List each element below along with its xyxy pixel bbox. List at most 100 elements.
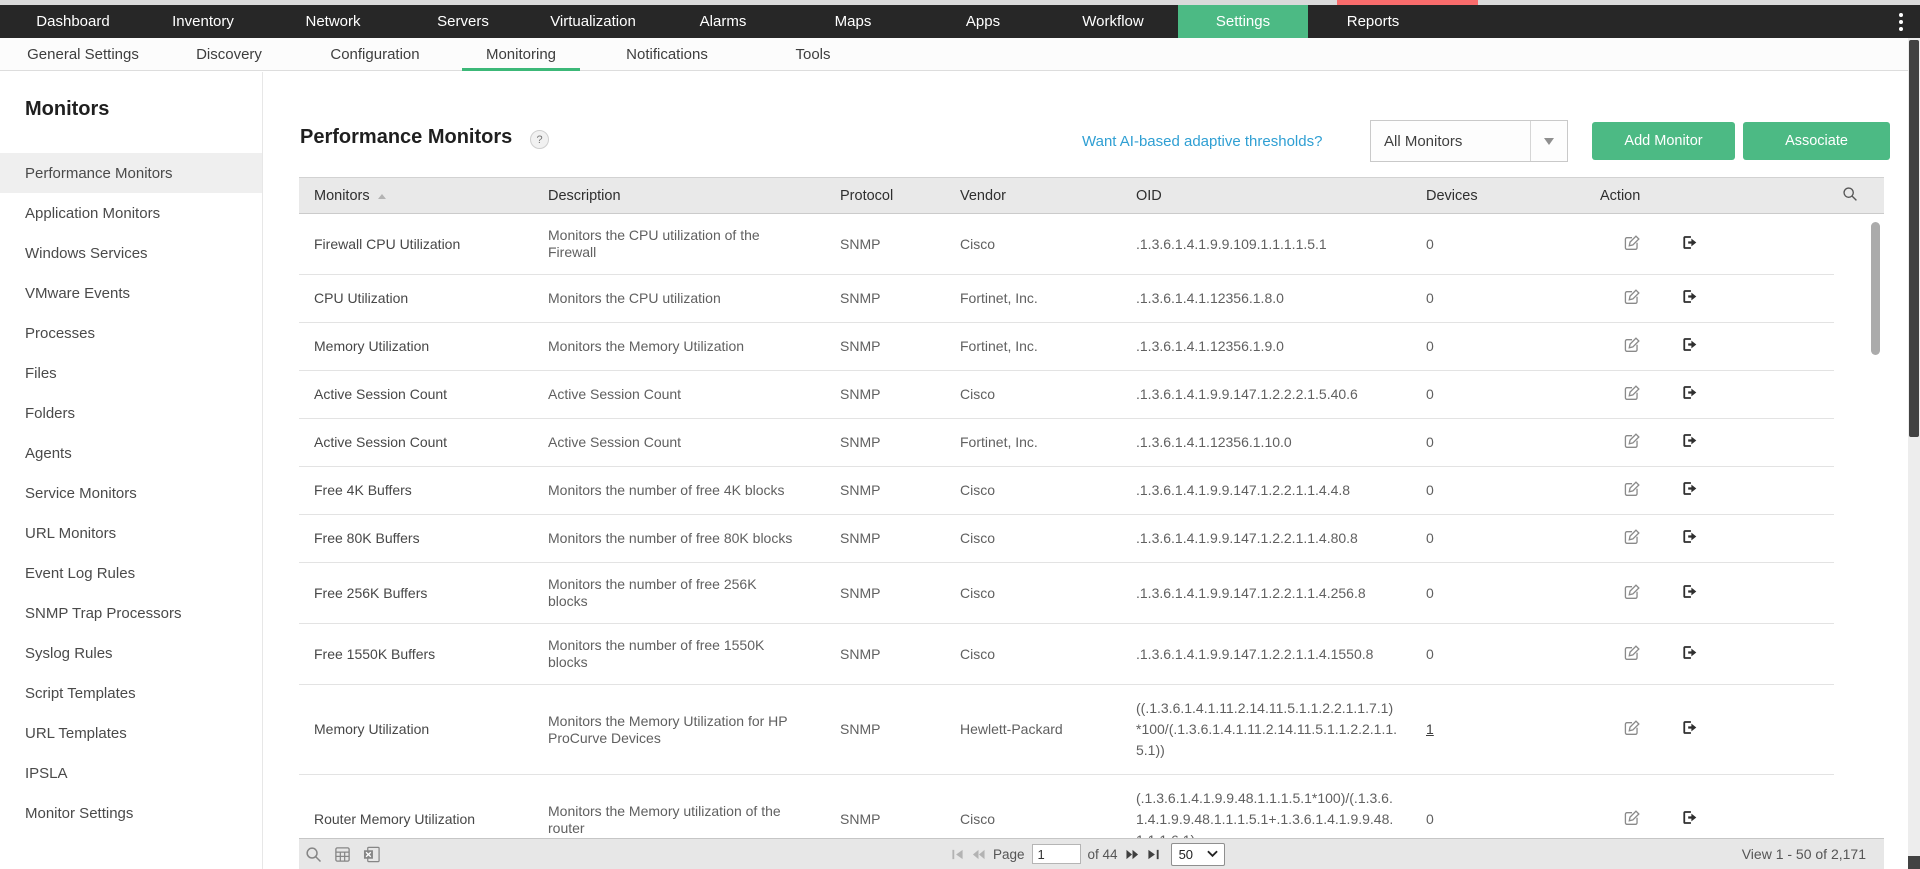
- sidebar-item-windows-services[interactable]: Windows Services: [0, 233, 262, 273]
- monitor-vendor: Cisco: [960, 482, 1117, 499]
- export-excel-icon[interactable]: [363, 846, 381, 863]
- monitors-table: Monitors Description Protocol Vendor OID…: [299, 177, 1884, 838]
- page-size-select[interactable]: 50: [1171, 843, 1225, 866]
- sidebar-item-syslog-rules[interactable]: Syslog Rules: [0, 633, 262, 673]
- nav-item-workflow[interactable]: Workflow: [1048, 5, 1178, 38]
- sidebar-item-performance-monitors[interactable]: Performance Monitors: [0, 153, 262, 193]
- page-title: Performance Monitors: [300, 126, 512, 149]
- device-count: 0: [1426, 811, 1581, 828]
- kebab-menu-icon[interactable]: [1894, 5, 1908, 38]
- last-page-icon[interactable]: [1147, 848, 1160, 861]
- associate-icon[interactable]: [1681, 809, 1698, 830]
- sidebar-item-processes[interactable]: Processes: [0, 313, 262, 353]
- monitor-protocol: SNMP: [840, 530, 941, 547]
- monitor-protocol: SNMP: [840, 386, 941, 403]
- edit-icon[interactable]: [1624, 288, 1641, 309]
- total-pages-label: of 44: [1088, 847, 1118, 862]
- associate-button[interactable]: Associate: [1743, 122, 1890, 160]
- edit-icon[interactable]: [1624, 719, 1641, 740]
- search-icon[interactable]: [305, 846, 322, 863]
- monitor-protocol: SNMP: [840, 434, 941, 451]
- table-row: CPU Utilization Monitors the CPU utiliza…: [299, 275, 1884, 323]
- sidebar-item-agents[interactable]: Agents: [0, 433, 262, 473]
- tab-tools[interactable]: Tools: [740, 38, 886, 70]
- table-scrollbar-thumb[interactable]: [1871, 222, 1880, 355]
- tab-configuration[interactable]: Configuration: [302, 38, 448, 70]
- sidebar-item-application-monitors[interactable]: Application Monitors: [0, 193, 262, 233]
- sidebar-item-url-templates[interactable]: URL Templates: [0, 713, 262, 753]
- export-table-icon[interactable]: [334, 846, 351, 863]
- monitor-description: Monitors the Memory Utilization: [548, 338, 798, 355]
- monitor-protocol: SNMP: [840, 482, 941, 499]
- nav-item-servers[interactable]: Servers: [398, 5, 528, 38]
- monitor-oid: .1.3.6.1.4.1.12356.1.10.0: [1136, 432, 1398, 453]
- nav-item-maps[interactable]: Maps: [788, 5, 918, 38]
- associate-icon[interactable]: [1681, 432, 1698, 453]
- associate-icon[interactable]: [1681, 384, 1698, 405]
- associate-icon[interactable]: [1681, 288, 1698, 309]
- device-count: 0: [1426, 236, 1581, 253]
- page-label: Page: [993, 847, 1025, 862]
- page-number-input[interactable]: [1032, 844, 1081, 864]
- nav-item-virtualization[interactable]: Virtualization: [528, 5, 658, 38]
- table-search-icon[interactable]: [1834, 178, 1884, 214]
- table-row: Active Session Count Active Session Coun…: [299, 371, 1884, 419]
- tab-monitoring[interactable]: Monitoring: [448, 38, 594, 70]
- edit-icon[interactable]: [1624, 809, 1641, 830]
- nav-item-settings[interactable]: Settings: [1178, 5, 1308, 38]
- monitor-filter-dropdown[interactable]: All Monitors: [1370, 120, 1568, 162]
- table-row: Memory Utilization Monitors the Memory U…: [299, 685, 1884, 775]
- associate-icon[interactable]: [1681, 583, 1698, 604]
- edit-icon[interactable]: [1624, 528, 1641, 549]
- sidebar-item-folders[interactable]: Folders: [0, 393, 262, 433]
- monitor-name: Free 256K Buffers: [314, 585, 529, 602]
- tab-general-settings[interactable]: General Settings: [10, 38, 156, 70]
- associate-icon[interactable]: [1681, 336, 1698, 357]
- edit-icon[interactable]: [1624, 234, 1641, 255]
- edit-icon[interactable]: [1624, 480, 1641, 501]
- nav-item-alarms[interactable]: Alarms: [658, 5, 788, 38]
- column-header-vendor: Vendor: [953, 178, 1129, 214]
- tab-notifications[interactable]: Notifications: [594, 38, 740, 70]
- table-row: Free 1550K Buffers Monitors the number o…: [299, 624, 1884, 685]
- ai-thresholds-link[interactable]: Want AI-based adaptive thresholds?: [1082, 133, 1322, 150]
- monitor-vendor: Fortinet, Inc.: [960, 434, 1117, 451]
- nav-item-dashboard[interactable]: Dashboard: [8, 5, 138, 38]
- first-page-icon[interactable]: [951, 848, 964, 861]
- sidebar-item-script-templates[interactable]: Script Templates: [0, 673, 262, 713]
- edit-icon[interactable]: [1624, 644, 1641, 665]
- sidebar-item-snmp-trap-processors[interactable]: SNMP Trap Processors: [0, 593, 262, 633]
- monitor-vendor: Fortinet, Inc.: [960, 290, 1117, 307]
- associate-icon[interactable]: [1681, 644, 1698, 665]
- edit-icon[interactable]: [1624, 432, 1641, 453]
- column-header-action: Action: [1593, 178, 1834, 214]
- sidebar-item-url-monitors[interactable]: URL Monitors: [0, 513, 262, 553]
- column-header-monitors[interactable]: Monitors: [299, 178, 541, 214]
- monitor-vendor: Cisco: [960, 236, 1117, 253]
- nav-item-inventory[interactable]: Inventory: [138, 5, 268, 38]
- next-page-icon[interactable]: [1125, 848, 1140, 861]
- sidebar-item-ipsla[interactable]: IPSLA: [0, 753, 262, 793]
- help-icon[interactable]: ?: [530, 130, 549, 149]
- previous-page-icon[interactable]: [971, 848, 986, 861]
- sidebar-item-monitor-settings[interactable]: Monitor Settings: [0, 793, 262, 833]
- associate-icon[interactable]: [1681, 719, 1698, 740]
- associate-icon[interactable]: [1681, 528, 1698, 549]
- associate-icon[interactable]: [1681, 234, 1698, 255]
- sidebar-item-service-monitors[interactable]: Service Monitors: [0, 473, 262, 513]
- sidebar-item-event-log-rules[interactable]: Event Log Rules: [0, 553, 262, 593]
- associate-icon[interactable]: [1681, 480, 1698, 501]
- monitor-description: Active Session Count: [548, 386, 798, 403]
- device-count-link[interactable]: 1: [1426, 721, 1581, 738]
- nav-item-apps[interactable]: Apps: [918, 5, 1048, 38]
- edit-icon[interactable]: [1624, 583, 1641, 604]
- edit-icon[interactable]: [1624, 384, 1641, 405]
- nav-item-network[interactable]: Network: [268, 5, 398, 38]
- sidebar-item-vmware-events[interactable]: VMware Events: [0, 273, 262, 313]
- tab-discovery[interactable]: Discovery: [156, 38, 302, 70]
- nav-item-reports[interactable]: Reports: [1308, 5, 1438, 38]
- sidebar-item-files[interactable]: Files: [0, 353, 262, 393]
- edit-icon[interactable]: [1624, 336, 1641, 357]
- add-monitor-button[interactable]: Add Monitor: [1592, 122, 1735, 160]
- page-scrollbar-thumb[interactable]: [1909, 40, 1919, 437]
